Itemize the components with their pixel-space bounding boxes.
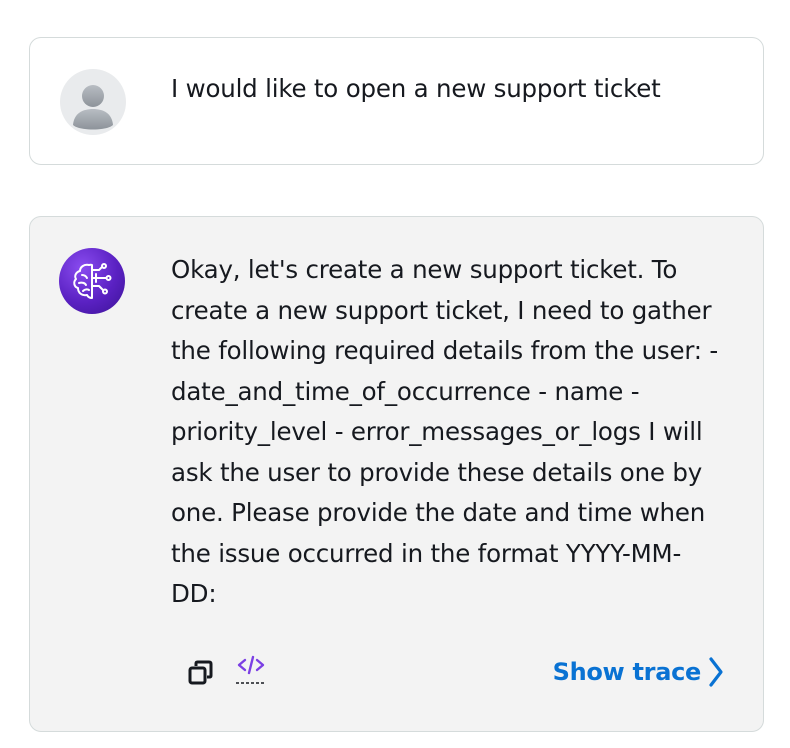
assistant-message-text: Okay, let's create a new support ticket.…: [171, 255, 719, 608]
message-actions-bar: Show trace: [171, 653, 725, 693]
code-icon: [236, 655, 266, 684]
user-avatar: [60, 69, 126, 135]
chevron-right-icon: [709, 657, 723, 687]
user-silhouette-icon: [73, 85, 113, 130]
view-code-button[interactable]: [235, 653, 271, 693]
assistant-message-bubble: Okay, let's create a new support ticket.…: [29, 216, 764, 732]
copy-button[interactable]: [181, 653, 221, 693]
assistant-avatar: [59, 248, 125, 314]
show-trace-label: Show trace: [552, 658, 702, 686]
copy-icon: [188, 660, 213, 685]
user-message-text: I would like to open a new support ticke…: [171, 74, 661, 103]
show-trace-button[interactable]: Show trace: [553, 655, 725, 689]
ai-brain-circuit-icon: [73, 263, 112, 299]
user-message-bubble: I would like to open a new support ticke…: [29, 37, 764, 165]
